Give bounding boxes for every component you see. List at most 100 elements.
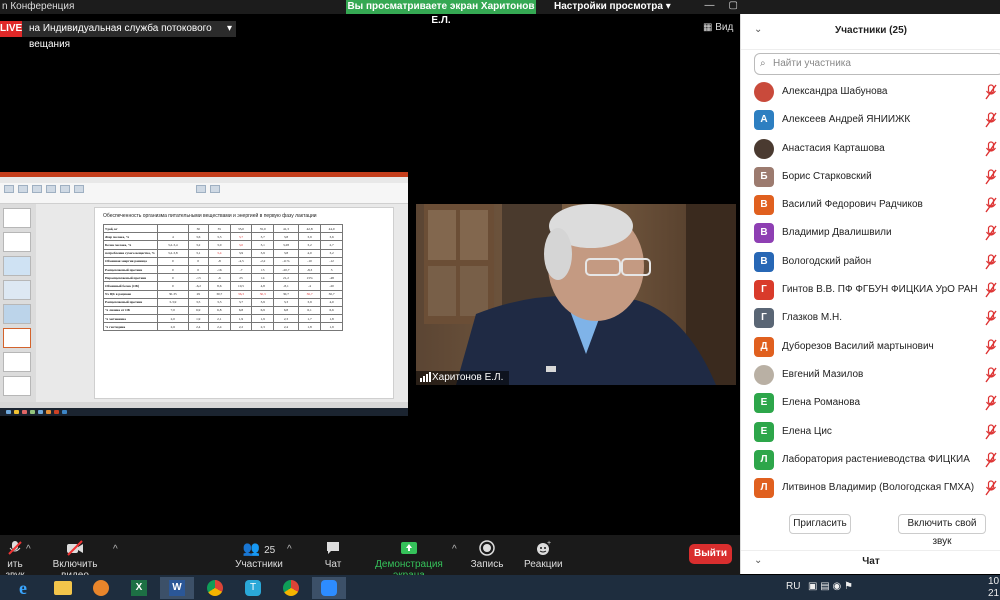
minimize-icon[interactable]: —: [705, 0, 715, 11]
tray-icons[interactable]: ▣ ▤ ◉ ⚑: [808, 581, 853, 592]
view-toggle-button[interactable]: ▦ Вид: [703, 22, 733, 33]
chevron-up-icon[interactable]: ^: [452, 544, 457, 555]
file-explorer-icon[interactable]: [46, 577, 80, 599]
slide-table-cell: 3,5: [187, 297, 209, 307]
slide-table-row: Обменная энергия разница 0 0 -8 -4,5 -2,2 -11%…: [103, 256, 343, 266]
ribbon-button: [46, 185, 56, 193]
chrome-icon[interactable]: [274, 577, 308, 599]
slide-table-cell: 2,0: [157, 314, 189, 324]
slide-table-label: % лизина от ОБ: [103, 305, 158, 316]
live-stream-label: на Индивидуальная служба потокового веща…: [29, 23, 212, 50]
zoom-window: n Конференция Вы просматриваете экран Ха…: [0, 0, 1000, 600]
slide-table-cell: 30,7: [273, 289, 299, 299]
slide-table-cell: 13%: [297, 273, 322, 283]
window-controls: — ▢: [705, 0, 738, 11]
slide-table-cell: 6,1: [297, 305, 322, 316]
participant-name: Глазков М.Н.: [782, 312, 842, 324]
participant-row[interactable]: В Василий Федорович Радчиков: [741, 191, 1000, 219]
slide-table-cell: 6,8: [207, 305, 231, 316]
microphone-muted-icon: [985, 452, 997, 468]
leave-button[interactable]: Выйти: [689, 544, 732, 564]
microphone-muted-icon: [985, 140, 997, 157]
ie-icon[interactable]: e: [6, 577, 40, 599]
participant-row[interactable]: Е Елена Романова: [741, 389, 1000, 417]
participant-row[interactable]: Л Литвинов Владимир (Вологодская ГМХА): [741, 474, 1000, 502]
excel-icon[interactable]: X: [122, 577, 156, 599]
clock-time[interactable]: 10:: [988, 576, 1000, 587]
slide-table-row: Расщепляемый протеин 0 0 -16 -7 13 -20,7 -8,3 3: [103, 264, 343, 275]
slide-table-cell: 3: [320, 264, 343, 275]
slide-table-cell: 3,6: [187, 232, 209, 242]
avatar: Е: [754, 393, 774, 414]
avatar: Е: [754, 421, 774, 442]
participant-row[interactable]: А Алексеев Андрей ЯНИИЖК: [741, 106, 1000, 134]
slide-table-cell: 3,6: [320, 232, 343, 242]
microphone-muted-icon: [985, 169, 997, 185]
slide-table-cell: 0: [157, 264, 189, 275]
word-icon[interactable]: W: [160, 577, 194, 599]
slide-table-cell: 3,8: [273, 232, 299, 242]
slide-table-label: Обменный белок (ОБ): [103, 281, 158, 291]
chat-header[interactable]: ⌄ Чат: [741, 550, 1000, 574]
microphone-muted-icon: [985, 339, 997, 355]
app-icon[interactable]: T: [236, 577, 270, 599]
participant-row[interactable]: Е Елена Цис: [741, 418, 1000, 446]
view-options-label: Настройки просмотра: [554, 1, 663, 12]
slide-table-cell: 4,0: [297, 248, 322, 258]
participant-name: Борис Старковский: [782, 170, 872, 182]
reactions-button[interactable]: + Реакции: [524, 540, 563, 570]
maximize-icon[interactable]: ▢: [729, 0, 738, 11]
media-player-icon[interactable]: [84, 577, 118, 599]
slide-table-cell: 3,3: [207, 297, 231, 307]
slide-table-cell: 3,2-3,4: [157, 240, 189, 250]
participant-row[interactable]: В Вологодский район: [741, 248, 1000, 276]
chevron-up-icon[interactable]: ^: [113, 544, 118, 555]
language-indicator[interactable]: RU: [786, 581, 800, 592]
unmute-self-button[interactable]: Включить свой звук: [898, 514, 986, 547]
speaker-video[interactable]: Харитонов Е.Л.: [416, 204, 736, 385]
participant-row[interactable]: Евгений Мазилов: [741, 361, 1000, 389]
reactions-icon: +: [537, 540, 551, 555]
zoom-icon[interactable]: [312, 577, 346, 599]
chrome-icon[interactable]: [198, 577, 232, 599]
chat-button[interactable]: Чат: [318, 540, 348, 570]
participant-row[interactable]: Г Глазков М.Н.: [741, 304, 1000, 332]
view-options-dropdown[interactable]: Настройки просмотра ▾: [554, 1, 671, 12]
participant-row[interactable]: Г Гинтов В.В. ПФ ФГБУН ФИЦКИА УрО РАН: [741, 276, 1000, 304]
slide-table-cell: 25: [229, 273, 253, 283]
slide-table-cell: 3,9: [251, 248, 275, 258]
slide-table-row: % гистидина 2,6 2,4 2,4 2,2 2,3 2,4 1,8 1,9: [103, 322, 343, 332]
chevron-up-icon[interactable]: ^: [287, 544, 292, 555]
chevron-down-icon: ▾: [226, 23, 232, 34]
record-button[interactable]: Запись: [470, 540, 504, 570]
slide-table-cell: 3,2: [297, 240, 322, 250]
slide-thumbnail: [3, 376, 31, 396]
slide-table-cell: 4,0: [320, 297, 343, 307]
avatar: В: [754, 223, 774, 244]
participant-row[interactable]: Б Борис Старковский: [741, 163, 1000, 191]
slide-table-cell: -8: [207, 256, 231, 266]
microphone-muted-icon: [985, 395, 997, 411]
chevron-up-icon[interactable]: ^: [26, 544, 31, 555]
participant-row[interactable]: Александра Шабунова: [741, 78, 1000, 106]
slide-table-cell: 10,5: [229, 281, 253, 291]
slide-table-cell: 1,8: [320, 314, 343, 324]
microphone-muted-icon: [8, 541, 22, 555]
live-stream-dropdown[interactable]: на Индивидуальная служба потокового веща…: [22, 21, 236, 50]
ribbon-button: [196, 185, 206, 193]
clock-date[interactable]: 21.02: [988, 588, 1000, 599]
reactions-label: Реакции: [524, 559, 563, 570]
invite-button[interactable]: Пригласить: [789, 514, 851, 534]
participant-row[interactable]: В Владимир Двалишвили: [741, 219, 1000, 247]
participant-row[interactable]: Л Лаборатория растениеводства ФИЦКИА: [741, 446, 1000, 474]
participants-button[interactable]: 👥 25 Участники: [234, 540, 284, 570]
slide-thumbnail: [3, 280, 31, 300]
participant-name: Евгений Мазилов: [782, 368, 864, 380]
participant-search-input[interactable]: ⌕ Найти участника: [754, 53, 1000, 75]
slide-table-cell: -4,5: [229, 256, 253, 266]
participant-row[interactable]: Д Дуборезов Василий мартынович: [741, 333, 1000, 361]
windows-taskbar: e X W T RU ▣ ▤ ◉ ⚑ 10: 21.02: [0, 575, 1000, 600]
slide-table-cell: 7,0: [157, 305, 189, 316]
slide-table-cell: 1,9: [251, 314, 275, 324]
participant-row[interactable]: Анастасия Карташова: [741, 135, 1000, 163]
